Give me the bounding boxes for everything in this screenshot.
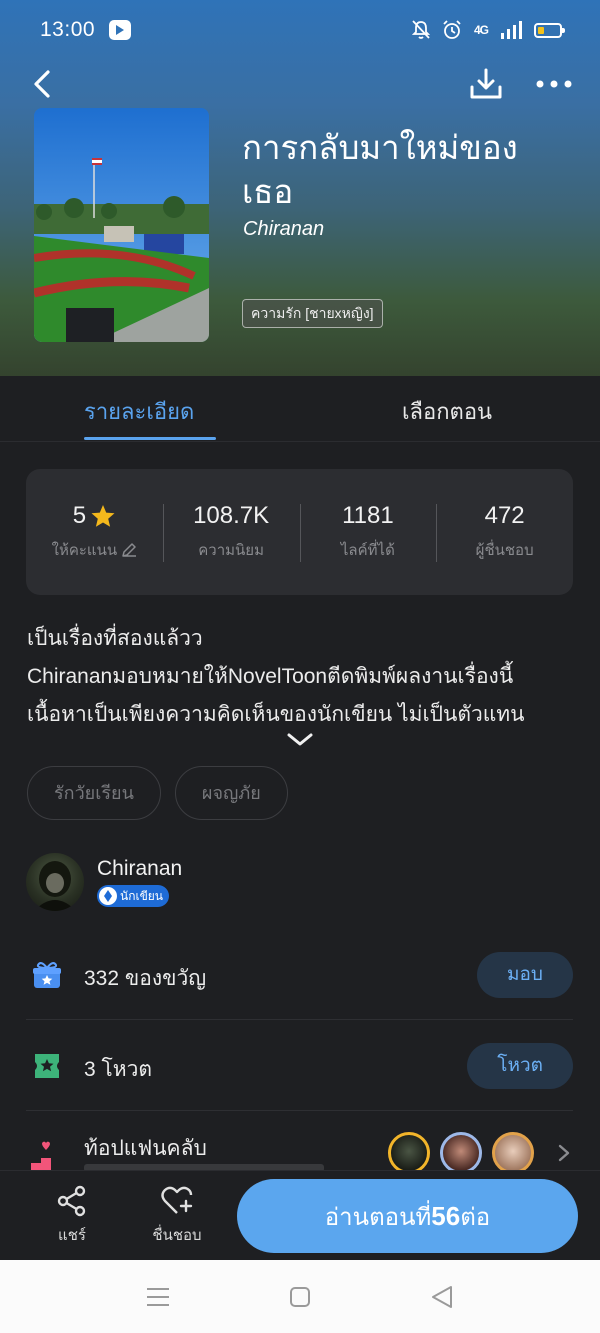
pencil-icon[interactable]	[121, 542, 137, 558]
continue-reading-button[interactable]: อ่านตอนที่56ต่อ	[237, 1179, 578, 1253]
book-author[interactable]: Chiranan	[243, 218, 324, 241]
description-line: Chirananมอบหมายให้NovelToonตีดพิมพ์ผลงาน…	[27, 665, 514, 688]
ticket-icon	[35, 1054, 59, 1078]
pen-nib-icon	[99, 887, 117, 905]
writer-badge: นักเขียน	[97, 885, 170, 907]
chevron-down-icon	[287, 733, 313, 746]
popularity-label: ความนิยม	[198, 542, 264, 559]
top-fan-avatars	[388, 1132, 534, 1172]
book-description: เป็นเรื่องที่สองแล้วว Chirananมอบหมายให้…	[27, 620, 577, 734]
tab-details[interactable]: รายละเอียด	[84, 394, 194, 429]
rating-label: ให้คะแนน	[51, 542, 118, 559]
share-button[interactable]: แชร์	[37, 1185, 107, 1247]
favorite-label: ชื่นชอบ	[152, 1227, 202, 1244]
mute-bell-icon	[411, 20, 430, 39]
bottom-action-bar: แชร์ ชื่นชอบ อ่านตอนที่56ต่อ	[0, 1170, 600, 1260]
system-navigation-bar	[0, 1260, 600, 1333]
vote-row: 3 โหวต โหวต	[26, 1021, 573, 1111]
description-line: เป็นเรื่องที่สองแล้วว	[27, 627, 203, 650]
stat-fans: 472 ผู้ชื่นชอบ	[436, 502, 573, 562]
vote-button[interactable]: โหวต	[467, 1043, 573, 1089]
book-header: 13:00 4G การกลับมาใหม่ของ เธอ Chiranan ค…	[0, 0, 600, 376]
give-gift-button[interactable]: มอบ	[477, 952, 573, 998]
chevron-right-icon	[558, 1144, 570, 1162]
share-label: แชร์	[58, 1227, 86, 1244]
more-options-button[interactable]	[532, 64, 576, 104]
heart-plus-icon	[161, 1186, 193, 1214]
signal-icon	[501, 21, 522, 39]
description-line: เนื้อหาเป็นเพียงความคิดเห็นของนักเขียน ไ…	[27, 703, 525, 726]
gift-count: 332 ของขวัญ	[84, 967, 207, 990]
writer-badge-label: นักเขียน	[120, 888, 164, 903]
podium-icon	[31, 1141, 51, 1172]
battery-icon	[534, 22, 565, 38]
fan-avatar	[388, 1132, 430, 1172]
fan-avatar	[440, 1132, 482, 1172]
fan-avatar	[492, 1132, 534, 1172]
rating-value: 5	[72, 502, 87, 529]
vote-count: 3 โหวต	[84, 1058, 153, 1081]
active-tab-indicator	[84, 437, 216, 440]
tag-chip[interactable]: รักวัยเรียน	[27, 766, 161, 820]
favorite-button[interactable]: ชื่นชอบ	[142, 1185, 212, 1247]
alarm-icon	[443, 20, 461, 39]
status-bar: 13:00 4G	[0, 0, 600, 60]
back-arrow-icon	[34, 70, 50, 98]
more-dots-icon	[536, 80, 572, 88]
read-suffix: ต่อ	[460, 1204, 491, 1231]
top-fanclub-row[interactable]: ท้อปแฟนคลับ	[26, 1112, 573, 1172]
back-button[interactable]	[22, 64, 62, 104]
book-title-line-1: การกลับมาใหม่ของ	[242, 129, 518, 166]
home-icon[interactable]	[287, 1284, 313, 1310]
stat-rating[interactable]: 5 ให้คะแนน	[26, 502, 163, 562]
gift-icon	[33, 962, 61, 988]
tab-bar: รายละเอียด เลือกตอน	[0, 376, 600, 442]
tag-list: รักวัยเรียน ผจญภัย	[27, 766, 288, 820]
tag-chip[interactable]: ผจญภัย	[174, 766, 288, 820]
share-icon	[57, 1185, 86, 1217]
download-button[interactable]	[466, 64, 506, 104]
popularity-value: 108.7K	[193, 502, 270, 529]
fans-value: 472	[484, 502, 525, 529]
status-time: 13:00	[40, 18, 96, 41]
system-back-icon[interactable]	[429, 1284, 455, 1310]
stats-card: 5 ให้คะแนน 108.7K ความนิยม 1181 ไลค์ที่ไ…	[26, 469, 573, 595]
genre-tag[interactable]: ความรัก [ชายxหญิง]	[242, 299, 383, 328]
expand-description-button[interactable]	[286, 732, 314, 748]
recent-apps-icon[interactable]	[145, 1284, 171, 1310]
read-episode-number: 56	[431, 1201, 461, 1231]
read-prefix: อ่านตอนที่	[324, 1204, 432, 1231]
cover-image	[34, 108, 209, 342]
video-app-icon	[109, 20, 132, 40]
author-name[interactable]: Chiranan	[97, 857, 182, 881]
download-icon	[470, 68, 502, 99]
gift-row: 332 ของขวัญ มอบ	[26, 930, 573, 1020]
star-icon	[91, 505, 115, 527]
book-cover[interactable]	[34, 108, 209, 342]
fans-label: ผู้ชื่นชอบ	[475, 542, 534, 559]
network-type: 4G	[473, 23, 489, 37]
avatar-image	[34, 861, 76, 911]
author-avatar[interactable]	[26, 853, 84, 911]
book-title: การกลับมาใหม่ของ เธอ	[242, 126, 572, 214]
book-title-line-2: เธอ	[242, 173, 294, 210]
fanclub-title: ท้อปแฟนคลับ	[84, 1137, 207, 1160]
stat-popularity: 108.7K ความนิยม	[162, 502, 300, 562]
likes-label: ไลค์ที่ได้	[340, 542, 395, 559]
tab-episodes[interactable]: เลือกตอน	[402, 394, 492, 429]
stat-likes: 1181 ไลค์ที่ได้	[299, 502, 437, 562]
likes-value: 1181	[342, 502, 394, 529]
